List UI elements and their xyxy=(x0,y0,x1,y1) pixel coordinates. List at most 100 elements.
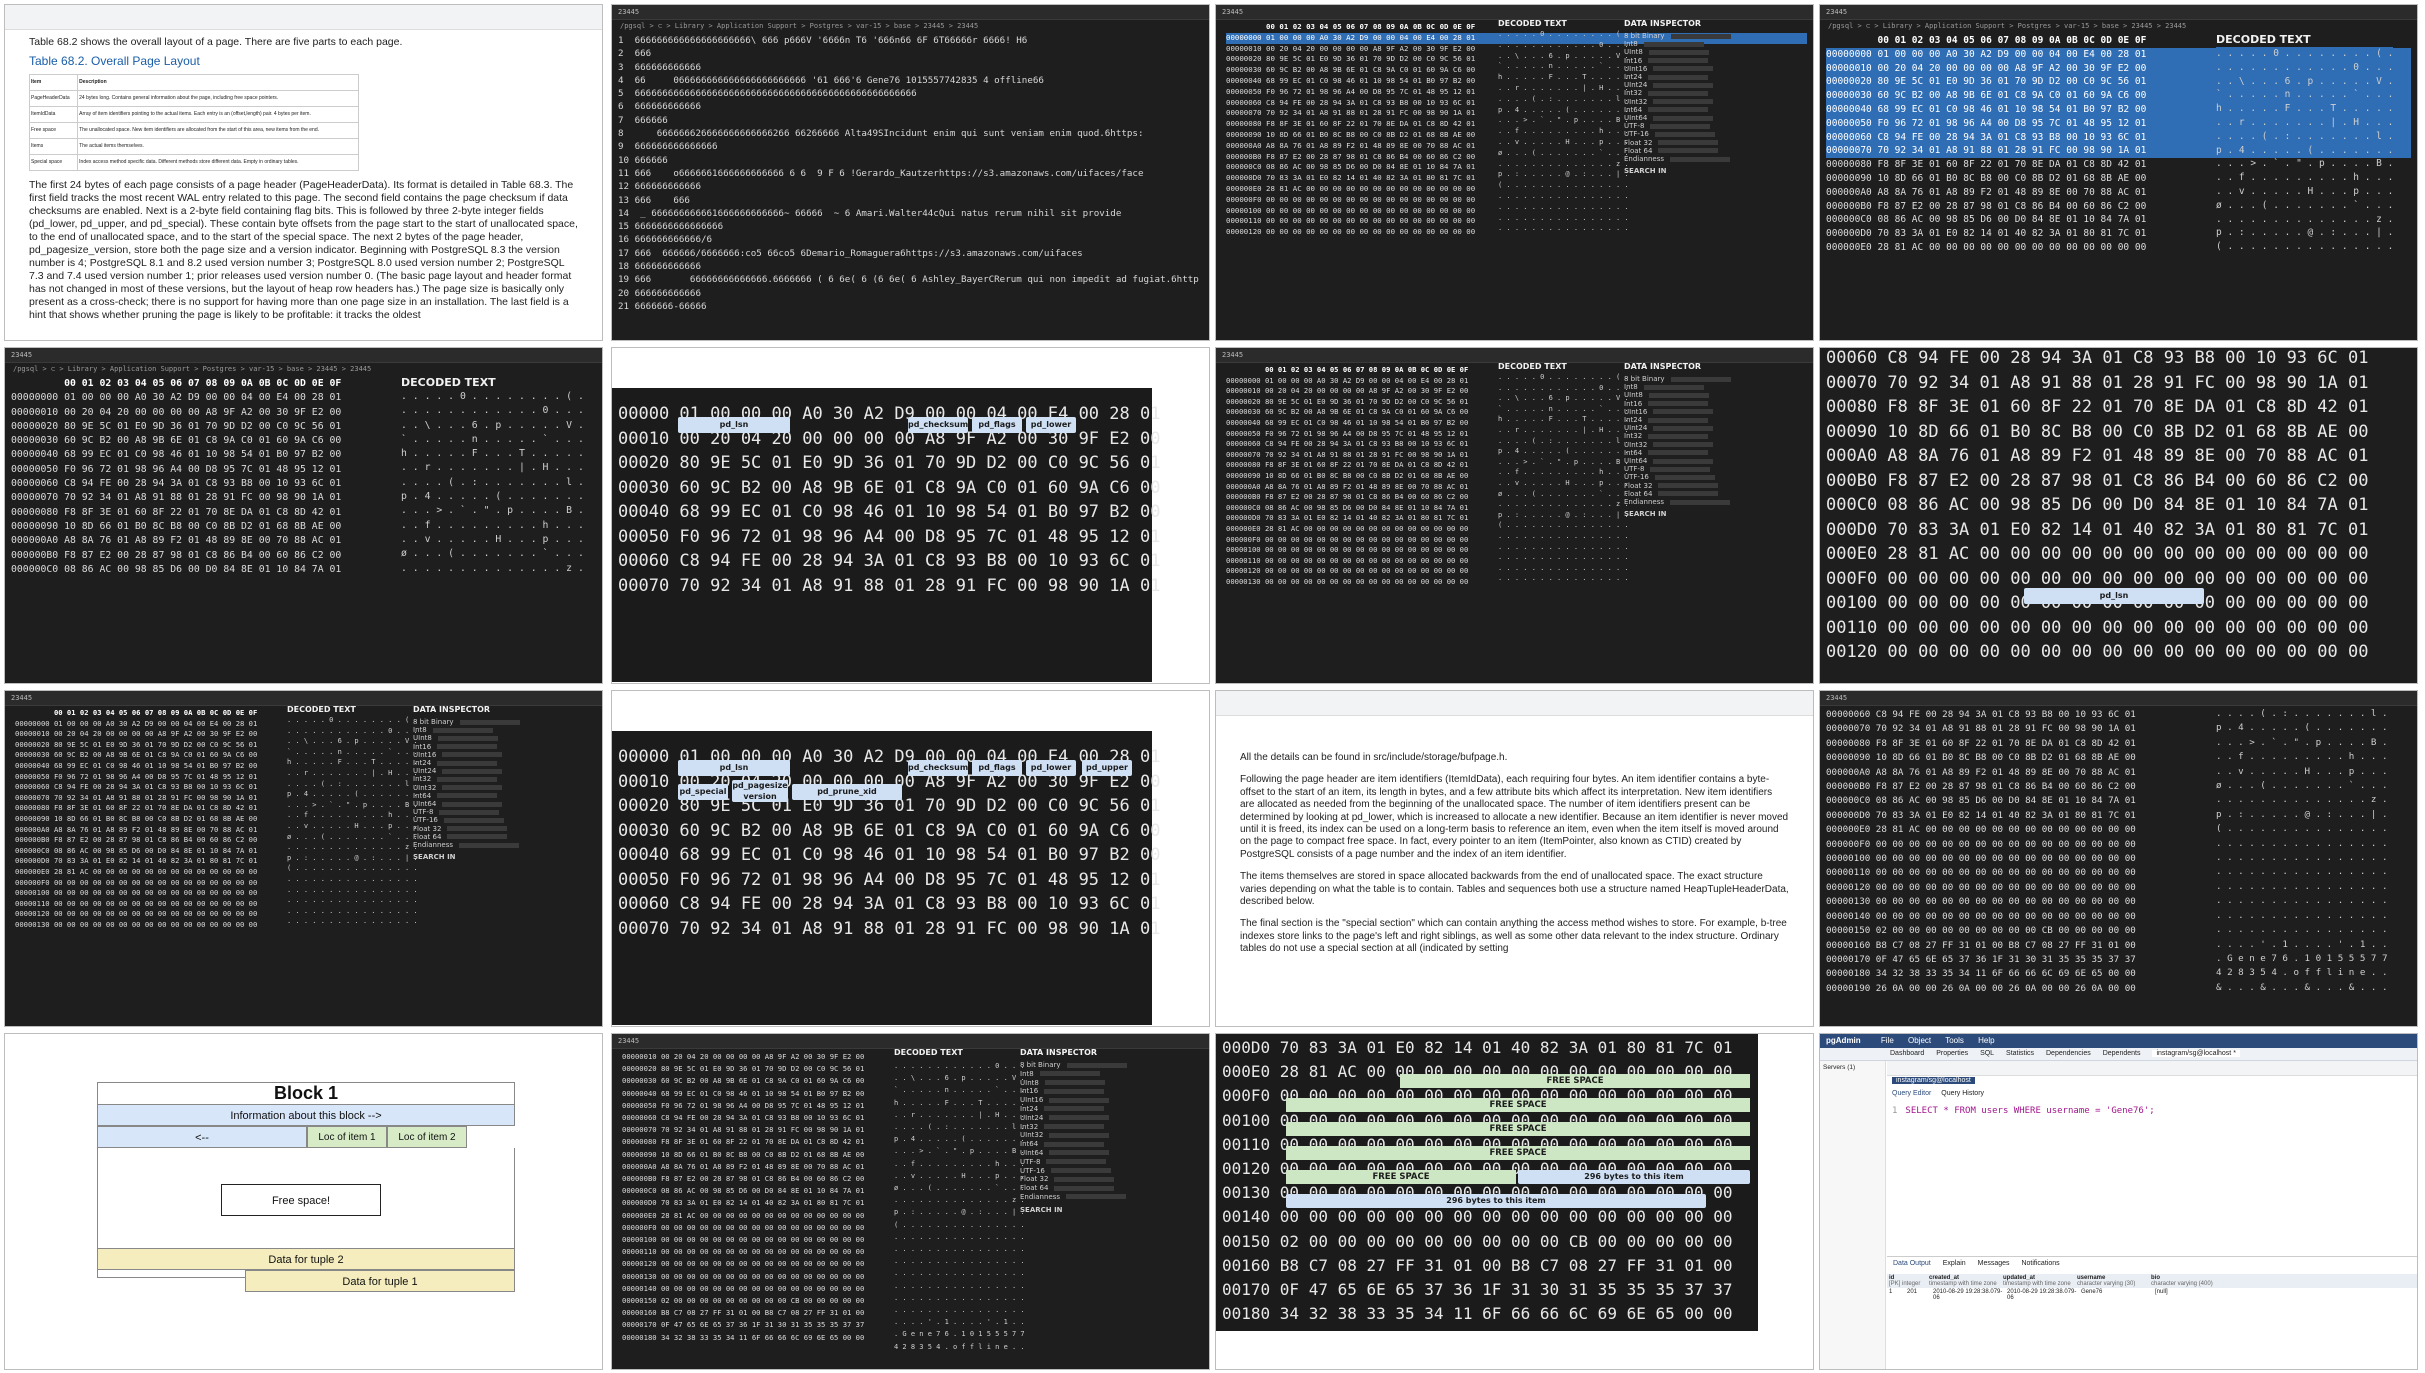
inspector-value-box xyxy=(1648,401,1709,407)
inspector-value-box xyxy=(432,727,493,733)
hex-row[interactable]: 00040 68 99 EC 01 C0 98 46 01 10 98 54 0… xyxy=(618,500,1160,525)
inspector-field-label: Endianness xyxy=(1020,1192,1061,1201)
inspector-field-label: UInt64 xyxy=(1020,1148,1044,1157)
loc-item-1: Loc of item 1 xyxy=(307,1126,387,1148)
inspector-value-box xyxy=(1054,1176,1115,1182)
hex-row[interactable]: 00090 10 8D 66 01 B0 8C B8 00 C0 8B D2 0… xyxy=(1826,420,2368,445)
table-row: ItemIdData Array of item identifiers poin… xyxy=(28,106,359,123)
decoded-row: . . . . . . . . . . . . 0 . . . xyxy=(287,726,418,735)
decoded-row: h . . . . . F . . . T . . . . . xyxy=(894,1098,1025,1107)
decoded-row: ( . . . . . . . . . . . . . . . xyxy=(1498,181,1629,190)
tab-properties[interactable]: Properties xyxy=(1936,1050,1968,1057)
tab-dependents[interactable]: Dependents xyxy=(2103,1050,2141,1057)
column-header[interactable]: updated_at timestamp with time zone xyxy=(2001,1274,2075,1288)
decoded-row: . . . . . . . . . . . . . . . . xyxy=(1498,213,1629,222)
hex-row[interactable]: 00050 F0 96 72 01 98 96 A4 00 D8 95 7C 0… xyxy=(618,525,1160,550)
label-pd-lsn: pd_lsn xyxy=(2024,588,2204,604)
inspector-field-label: UInt24 xyxy=(1624,424,1648,433)
inspector-field: 8 bit Binary xyxy=(1624,32,1731,40)
hex-row[interactable]: 000E0 28 81 AC 00 00 00 00 00 00 00 00 0… xyxy=(1826,542,2368,567)
tab-statistics[interactable]: Statistics xyxy=(2006,1050,2034,1057)
hex-row[interactable]: 00020 80 9E 5C 01 E0 9D 36 01 70 9D D2 0… xyxy=(618,451,1160,476)
hex-row[interactable]: 00060 C8 94 FE 00 28 94 3A 01 C8 93 B8 0… xyxy=(618,892,1160,917)
table-cell[interactable]: 1 xyxy=(1887,1288,1905,1302)
result-grid[interactable]: id [PK] integer created_at timestamp with t… xyxy=(1887,1274,2417,1302)
hex-grid-zoom[interactable]: 00060 C8 94 FE 00 28 94 3A 01 C8 93 B8 0… xyxy=(1820,348,2374,669)
table-cell[interactable]: [null] xyxy=(2153,1288,2227,1302)
column-header[interactable]: id [PK] integer xyxy=(1887,1274,1927,1288)
inspector-field-label: Int8 xyxy=(1020,1069,1034,1078)
tuple-2: Data for tuple 2 xyxy=(97,1248,515,1270)
hex-row[interactable]: 00060 C8 94 FE 00 28 94 3A 01 C8 93 B8 0… xyxy=(1826,348,2368,371)
inspector-field: Float 32 xyxy=(1020,1175,1127,1184)
decoded-row: . . \ . . . 6 . p . . . . . V . xyxy=(1498,51,1629,60)
hex-row[interactable]: 000D0 70 83 3A 01 E0 82 14 01 40 82 3A 0… xyxy=(1826,518,2368,543)
column-header[interactable]: bio character varying (400) xyxy=(2149,1274,2223,1288)
tab-query-editor[interactable]: Query Editor xyxy=(1892,1090,1931,1097)
inspector-value-box xyxy=(447,826,508,832)
tab-data-output[interactable]: Data Output xyxy=(1893,1260,1931,1267)
column-header[interactable]: created_at timestamp with time zone xyxy=(1927,1274,2001,1288)
hex-row[interactable]: 00060 C8 94 FE 00 28 94 3A 01 C8 93 B8 0… xyxy=(618,549,1160,574)
menu-tools[interactable]: Tools xyxy=(1945,1036,1964,1045)
tab-query-history[interactable]: Query History xyxy=(1941,1090,1984,1097)
hex-row[interactable]: 00040 68 99 EC 01 C0 98 46 01 10 98 54 0… xyxy=(618,843,1160,868)
hex-row[interactable]: 000D0 70 83 3A 01 E0 82 14 01 40 82 3A 0… xyxy=(1222,1036,1733,1060)
inspector-value-box xyxy=(459,842,520,848)
inspector-field-label: Int64 xyxy=(413,791,432,800)
decoded-row: h . . . . . F . . . T . . . . . xyxy=(287,758,418,767)
table-row[interactable]: 1 201 2010-08-29 19:28:38.079-06 2010-08-29… xyxy=(1887,1288,2417,1302)
tab-notifications[interactable]: Notifications xyxy=(2021,1260,2059,1267)
hex-row[interactable]: 00180 34 32 38 33 35 34 11 6F 66 66 6C 6… xyxy=(1222,1302,1733,1326)
hex-row[interactable]: 00030 60 9C B2 00 A8 9B 6E 01 C8 9A C0 0… xyxy=(618,476,1160,501)
hex-row[interactable]: 00070 70 92 34 01 A8 91 88 01 28 91 FC 0… xyxy=(618,574,1160,599)
menu-help[interactable]: Help xyxy=(1978,1036,1994,1045)
hex-row[interactable]: 00120 00 00 00 00 00 00 00 00 00 00 00 0… xyxy=(1826,640,2368,665)
hex-row[interactable]: 00080 F8 8F 3E 01 60 8F 22 01 70 8E DA 0… xyxy=(1826,395,2368,420)
hex-row[interactable]: 00050 F0 96 72 01 98 96 A4 00 D8 95 7C 0… xyxy=(618,868,1160,893)
column-header[interactable]: username character varying (30) xyxy=(2075,1274,2149,1288)
tab-explain[interactable]: Explain xyxy=(1943,1260,1966,1267)
output-tabs: Data Output Explain Messages Notificatio… xyxy=(1887,1256,2417,1271)
hex-row[interactable]: 00170 0F 47 65 6E 65 37 36 1F 31 30 31 3… xyxy=(1222,1278,1733,1302)
inspector-field: Float 32 xyxy=(1624,482,1731,490)
doc-paragraph: The first 24 bytes of each page consists… xyxy=(29,179,578,321)
tab-query-tool[interactable]: instagram/sg@localhost * xyxy=(2152,1050,2240,1057)
tab-sql[interactable]: SQL xyxy=(1980,1050,1994,1057)
hex-row[interactable]: 00160 B8 C7 08 27 FF 31 01 00 B8 C7 08 2… xyxy=(1222,1254,1733,1278)
hex-row[interactable]: 000C0 08 86 AC 00 98 85 D6 00 D0 84 8E 0… xyxy=(1826,493,2368,518)
inspector-field: Endianness xyxy=(1624,498,1731,506)
table-cell[interactable]: 201 xyxy=(1905,1288,1931,1302)
tab-dependencies[interactable]: Dependencies xyxy=(2046,1050,2091,1057)
inspector-field: UInt24 xyxy=(413,767,520,775)
menu-object[interactable]: Object xyxy=(1908,1036,1931,1045)
hex-row[interactable]: 000B0 F8 87 E2 00 28 87 98 01 C8 86 B4 0… xyxy=(1826,469,2368,494)
hex-row[interactable]: 00030 60 9C B2 00 A8 9B 6E 01 C8 9A C0 0… xyxy=(618,819,1160,844)
tree-servers[interactable]: Servers (1) xyxy=(1823,1064,1882,1071)
table-cell[interactable]: 2010-08-29 19:28:38.079-06 xyxy=(2005,1288,2079,1302)
menu-file[interactable]: File xyxy=(1881,1036,1894,1045)
hex-row[interactable]: 00070 70 92 34 01 A8 91 88 01 28 91 FC 0… xyxy=(618,917,1160,942)
decoded-text-panel: . . . . ( . : . . . . . . . l . p . 4 . .… xyxy=(2216,707,2387,995)
search-in-label: SEARCH IN xyxy=(1624,510,1667,519)
decoded-row: . . . . ' . 1 . . . . ' . 1 . . xyxy=(894,1318,1025,1327)
data-inspector-title: DATA INSPECTOR xyxy=(1624,19,1702,28)
table-cell[interactable]: 2010-08-29 19:28:38.079-06 xyxy=(1931,1288,2005,1302)
inspector-field: UInt16 xyxy=(1624,65,1731,73)
decoded-row: ø . . . ( . . . . . . . ` . . . xyxy=(894,1184,1025,1193)
table-cell[interactable]: Gene76 xyxy=(2079,1288,2153,1302)
hex-row[interactable]: 00150 02 00 00 00 00 00 00 00 00 00 CB 0… xyxy=(1222,1230,1733,1254)
inspector-field-label: Int24 xyxy=(1624,73,1643,82)
tab-messages[interactable]: Messages xyxy=(1978,1260,2010,1267)
hex-row[interactable]: 000A0 A8 8A 76 01 A8 89 F2 01 48 89 8E 0… xyxy=(1826,444,2368,469)
sql-editor[interactable]: 1 SELECT * FROM users WHERE username = 'G… xyxy=(1892,1106,2411,1256)
hex-row[interactable]: 00070 70 92 34 01 A8 91 88 01 28 91 FC 0… xyxy=(1826,371,2368,396)
decoded-row: . . . . . . . . . . . . . . . . xyxy=(287,917,418,926)
column-type: character varying (30) xyxy=(2077,1281,2136,1287)
tab-dashboard[interactable]: Dashboard xyxy=(1890,1050,1924,1057)
window-title: 23445 xyxy=(5,348,602,363)
inspector-value-box xyxy=(1050,1168,1111,1174)
decoded-row: p . 4 . . . . . ( . . . . . . . xyxy=(1498,105,1629,114)
hex-row[interactable]: 00140 00 00 00 00 00 00 00 00 00 00 00 0… xyxy=(1222,1205,1733,1229)
hex-row[interactable]: 00110 00 00 00 00 00 00 00 00 00 00 00 0… xyxy=(1826,616,2368,641)
